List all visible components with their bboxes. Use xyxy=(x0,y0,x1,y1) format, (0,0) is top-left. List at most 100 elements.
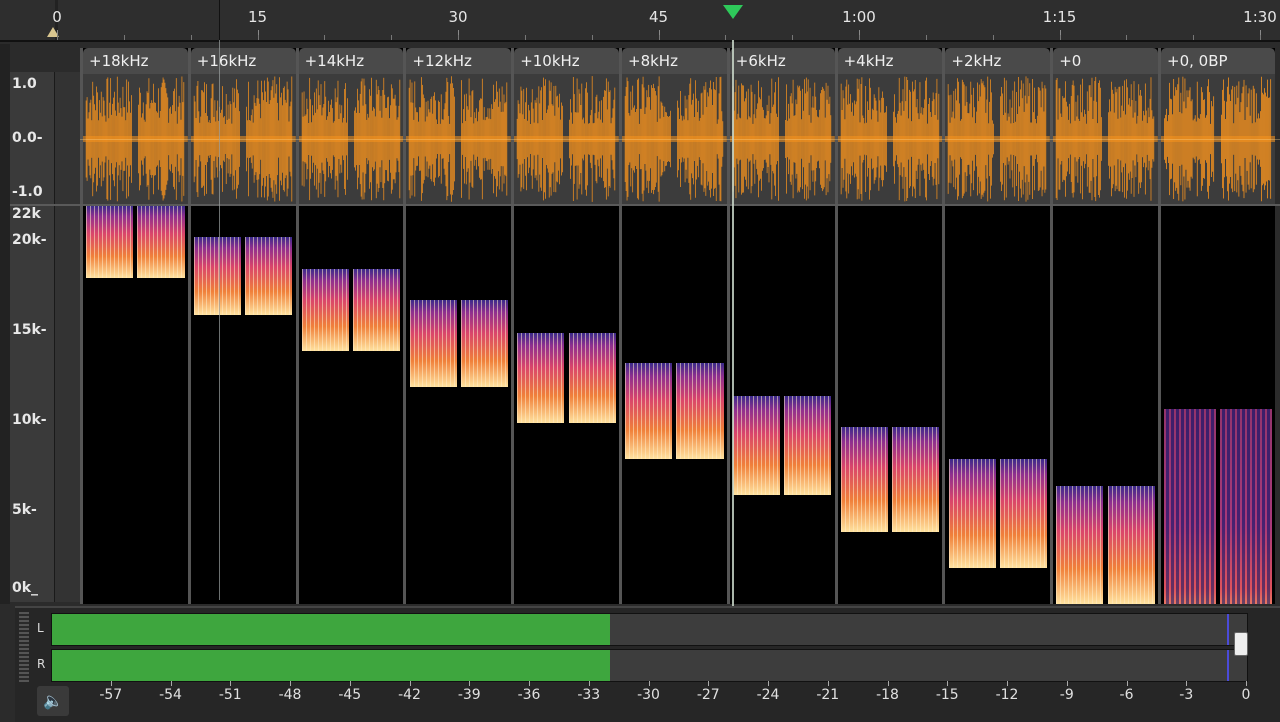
clip-header[interactable]: +14kHz xyxy=(298,48,404,74)
timeline-minor-tick xyxy=(792,35,794,40)
spectrogram-burst xyxy=(353,269,401,351)
spectrogram-burst xyxy=(840,426,888,532)
clip-header[interactable]: +4kHz xyxy=(837,48,943,74)
meter-scale-tick xyxy=(1126,681,1128,686)
meter-grip[interactable] xyxy=(19,612,29,682)
timeline-label: 15 xyxy=(247,8,268,26)
meter-scale-tick xyxy=(409,681,411,686)
clip-header[interactable]: +6kHz xyxy=(729,48,835,74)
spectrogram-burst xyxy=(999,459,1048,568)
meter-scale-label: -12 xyxy=(995,687,1019,703)
audio-clip[interactable]: +18kHz xyxy=(80,48,188,604)
meter-scale-label: -45 xyxy=(338,687,362,703)
timeline-minor-tick xyxy=(658,35,660,40)
audio-clip[interactable]: +0 xyxy=(1050,48,1158,604)
meter-scale-label: -21 xyxy=(816,687,840,703)
spectrogram-burst xyxy=(784,395,832,496)
audio-clip[interactable]: +8kHz xyxy=(619,48,727,604)
timeline-minor-tick xyxy=(1260,35,1261,40)
amplitude-label: 0.0- xyxy=(12,130,43,146)
spectrogram-view xyxy=(298,206,404,604)
timeline-label: 1:00 xyxy=(842,8,876,26)
spectrogram-burst xyxy=(1056,486,1104,604)
spectrogram-view xyxy=(514,206,619,604)
spectrogram-burst xyxy=(409,300,457,387)
audio-clip[interactable]: +0, 0BP xyxy=(1158,48,1275,604)
clip-name: +4kHz xyxy=(843,52,894,70)
timeline-minor-tick xyxy=(391,35,393,40)
playhead-marker-icon[interactable] xyxy=(723,5,744,19)
waveform-spectrogram-separator xyxy=(10,204,1280,206)
audio-clip[interactable]: +10kHz xyxy=(511,48,619,604)
clip-header[interactable]: +8kHz xyxy=(622,48,727,74)
timeline-minor-tick xyxy=(1059,35,1061,40)
clip-header[interactable]: +12kHz xyxy=(406,48,512,74)
spectrogram-view xyxy=(622,206,727,604)
speaker-icon[interactable]: 🔈 xyxy=(37,686,69,716)
meter-scale-label: 0 xyxy=(1241,687,1251,703)
meter-scale-tick xyxy=(1186,681,1188,686)
spectrogram-burst xyxy=(1107,486,1155,604)
clip-header[interactable]: +2kHz xyxy=(945,48,1051,74)
timeline-minor-tick xyxy=(524,35,526,40)
clip-header[interactable]: +0, 0BP xyxy=(1161,48,1275,74)
timeline-minor-tick xyxy=(190,35,192,40)
timeline-minor-tick xyxy=(257,35,259,40)
spectrogram-burst xyxy=(732,395,781,496)
meter-scale-tick xyxy=(1246,681,1247,686)
clip-name: +6kHz xyxy=(735,52,786,70)
meter-scale-label: -24 xyxy=(756,687,780,703)
meter-scale-label: -51 xyxy=(218,687,242,703)
meter-scale-label: -33 xyxy=(577,687,601,703)
frequency-label: 0k_ xyxy=(12,580,39,596)
clip-header[interactable]: +16kHz xyxy=(190,48,296,74)
track-side-strip xyxy=(0,44,10,604)
clip-header[interactable]: +10kHz xyxy=(514,48,619,74)
timeline-minor-tick xyxy=(458,35,459,40)
spectrogram-view xyxy=(83,206,188,604)
frequency-label: 10k- xyxy=(12,412,47,428)
spectrogram-burst xyxy=(517,332,565,424)
timeline-minor-tick xyxy=(1126,35,1128,40)
meter-scale-label: -3 xyxy=(1179,687,1194,703)
audio-clip[interactable]: +14kHz xyxy=(295,48,404,604)
clip-name: +0, 0BP xyxy=(1167,52,1228,70)
playhead-line[interactable] xyxy=(732,40,735,608)
audio-clip[interactable]: +16kHz xyxy=(187,48,296,604)
spectrogram-burst xyxy=(137,206,185,279)
meter-scale-label: -48 xyxy=(278,687,302,703)
audio-clip[interactable]: +12kHz xyxy=(403,48,512,604)
meter-scale-label: -57 xyxy=(99,687,123,703)
meter-peak-marker xyxy=(1227,614,1230,645)
audio-clip[interactable]: +6kHz xyxy=(726,48,835,604)
meter-channel-track xyxy=(51,613,1248,646)
clip-indicator-handle[interactable] xyxy=(1234,632,1248,656)
meter-scale-tick xyxy=(648,681,650,686)
timeline-minor-tick xyxy=(324,35,326,40)
clip-name: +12kHz xyxy=(412,52,472,70)
clip-lane: +18kHz +16kHz +14kHz +12kHz +10kHz +8kHz +6kHz… xyxy=(80,48,1280,604)
clip-name: +10kHz xyxy=(520,52,580,70)
timeline-label: 1:15 xyxy=(1042,8,1077,26)
meter-scale-label: -18 xyxy=(876,687,899,703)
meter-scale-label: -9 xyxy=(1059,687,1074,703)
vertical-axis: 1.0 0.0- -1.0 22k 20k- 15k- 10k- 5k- 0k_ xyxy=(10,72,55,602)
meter-channel-label: R xyxy=(37,657,46,671)
timeline-ruler[interactable]: 0 15 30 45 1:00 1:15 1:30 xyxy=(0,0,1280,42)
clip-header[interactable]: +18kHz xyxy=(83,48,188,74)
clip-header[interactable]: +0 xyxy=(1053,48,1158,74)
meter-scale-tick xyxy=(768,681,769,686)
clip-name: +2kHz xyxy=(951,52,1002,70)
audio-clip[interactable]: +2kHz xyxy=(942,48,1051,604)
meter-scale-label: -39 xyxy=(457,687,481,703)
timeline-label: 1:30 xyxy=(1243,8,1277,26)
spectrogram-burst xyxy=(892,426,940,532)
spectrogram-burst xyxy=(568,332,616,424)
spectrogram-view xyxy=(945,206,1051,604)
spectrogram-view xyxy=(190,206,296,604)
spectrogram-burst xyxy=(245,236,293,315)
audio-clip[interactable]: +4kHz xyxy=(834,48,943,604)
spectrogram-view xyxy=(1161,206,1275,604)
level-meter: LR -57 -54 -51 -48 -45 -42 -39 -36 -33 -30 -27 -24-… xyxy=(15,606,1280,722)
clip-name: +14kHz xyxy=(304,52,365,70)
